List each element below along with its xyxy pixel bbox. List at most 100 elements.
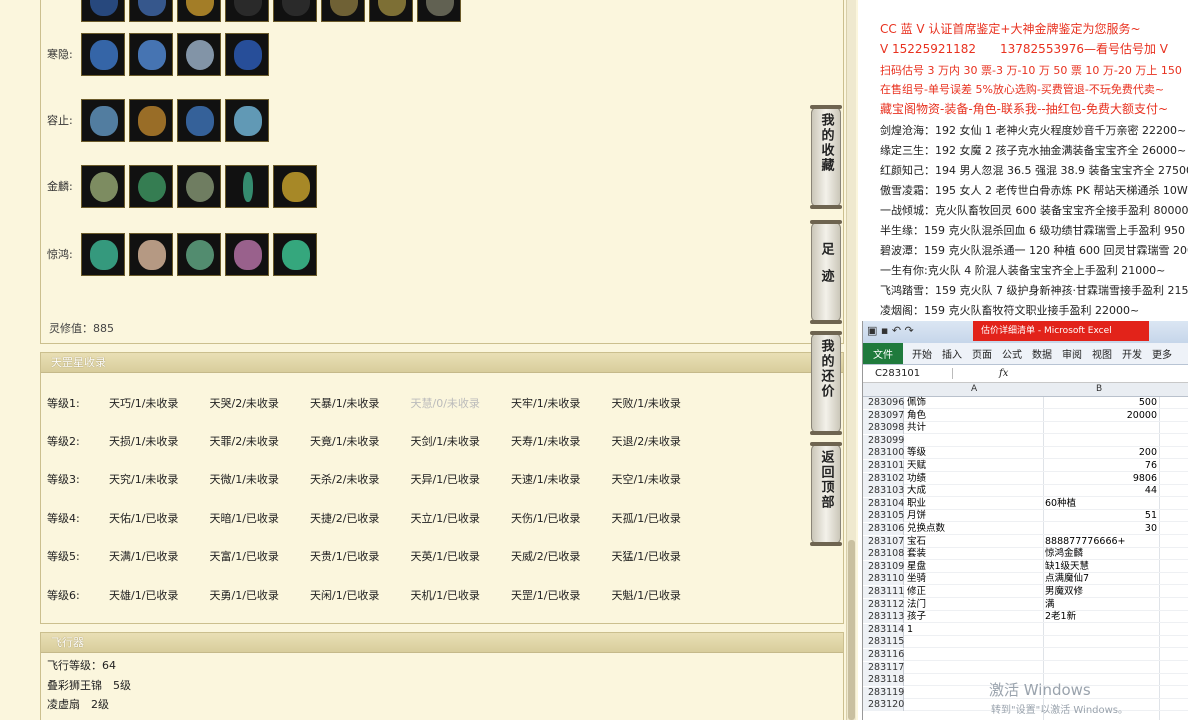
equipment-slot[interactable]: [177, 232, 221, 276]
cell-a[interactable]: 兑换点数: [907, 523, 945, 535]
row-number[interactable]: 283114: [863, 623, 904, 636]
row-number[interactable]: 283107: [863, 535, 904, 548]
row-number[interactable]: 283097: [863, 409, 904, 422]
cell-b[interactable]: 惊鸿金麟: [1045, 548, 1157, 560]
sheet-row[interactable]: 283106 兑换点数 30: [863, 523, 1188, 535]
cell-b[interactable]: 满: [1045, 599, 1157, 611]
tab-more[interactable]: 更多: [1147, 346, 1177, 361]
equipment-slot[interactable]: [321, 0, 365, 22]
sheet-row[interactable]: 283100 等级 200: [863, 447, 1188, 460]
sheet-row[interactable]: 283112 法门 满: [863, 598, 1188, 611]
cell-b[interactable]: 888877776666+: [1045, 536, 1157, 548]
back-to-top-button[interactable]: 返回顶部: [810, 442, 842, 546]
cell-b[interactable]: 20000: [1045, 410, 1157, 422]
row-number[interactable]: 283104: [863, 497, 904, 510]
equipment-slot[interactable]: [225, 0, 269, 22]
equipment-slot[interactable]: [129, 164, 173, 208]
sheet-row[interactable]: 283111 修正 男魔双修: [863, 586, 1188, 598]
equipment-slot[interactable]: [225, 232, 269, 276]
quick-access-icons[interactable]: ▣ ▪ ↶ ↷: [867, 324, 914, 337]
column-a-header[interactable]: A: [971, 384, 977, 394]
equipment-slot[interactable]: [369, 0, 413, 22]
sheet-row[interactable]: 283116: [863, 649, 1188, 661]
equipment-slot[interactable]: [129, 0, 173, 22]
equipment-slot[interactable]: [81, 98, 125, 142]
row-number[interactable]: 283116: [863, 649, 904, 661]
equipment-slot[interactable]: [129, 32, 173, 76]
sheet-row[interactable]: 283097 角色 20000: [863, 409, 1188, 422]
row-number[interactable]: 283111: [863, 586, 904, 598]
row-number[interactable]: 283113: [863, 611, 904, 624]
cell-b[interactable]: 2老1新: [1045, 611, 1157, 623]
sheet-row[interactable]: 283103 大成 44: [863, 485, 1188, 498]
cell-a[interactable]: 修正: [907, 586, 926, 598]
equipment-slot[interactable]: [81, 0, 125, 22]
row-number[interactable]: 283098: [863, 422, 904, 435]
cell-a[interactable]: 宝石: [907, 536, 926, 548]
cell-a[interactable]: 功绩: [907, 473, 926, 485]
cell-a[interactable]: 职业: [907, 498, 926, 510]
sheet-row[interactable]: 283096 佩饰 500: [863, 397, 1188, 409]
sheet-row[interactable]: 283113 孩子 2老1新: [863, 611, 1188, 624]
tab-formula[interactable]: 公式: [997, 346, 1027, 361]
cell-a[interactable]: 孩子: [907, 611, 926, 623]
cell-a[interactable]: 1: [907, 624, 913, 636]
row-number[interactable]: 283108: [863, 548, 904, 561]
row-number[interactable]: 283105: [863, 510, 904, 523]
cell-b[interactable]: 30: [1045, 523, 1157, 535]
row-number[interactable]: 283103: [863, 485, 904, 498]
tab-view[interactable]: 视图: [1087, 346, 1117, 361]
sheet-row[interactable]: 283104 职业 60种植: [863, 497, 1188, 510]
sheet-row[interactable]: 283099: [863, 434, 1188, 447]
cell-b[interactable]: 男魔双修: [1045, 586, 1157, 598]
name-box[interactable]: C283101: [863, 368, 953, 379]
file-tab[interactable]: 文件: [863, 343, 903, 364]
tab-data[interactable]: 数据: [1027, 346, 1057, 361]
tab-review[interactable]: 审阅: [1057, 346, 1087, 361]
row-number[interactable]: 283099: [863, 434, 904, 447]
cell-a[interactable]: 角色: [907, 410, 926, 422]
scrollbar-thumb[interactable]: [848, 540, 855, 720]
cell-b[interactable]: 200: [1045, 447, 1157, 459]
equipment-slot[interactable]: [177, 0, 221, 22]
cell-a[interactable]: 佩饰: [907, 397, 926, 409]
sheet-row[interactable]: 283107 宝石 888877776666+: [863, 535, 1188, 548]
equipment-slot[interactable]: [177, 164, 221, 208]
vertical-scrollbar[interactable]: [846, 0, 856, 720]
sheet-row[interactable]: 283101 天赋 76: [863, 460, 1188, 472]
sheet-row[interactable]: 283108 套装 惊鸿金麟: [863, 548, 1188, 561]
cell-a[interactable]: 坐骑: [907, 573, 926, 585]
my-counteroffer-button[interactable]: 我的还价: [810, 331, 842, 435]
cell-b[interactable]: 500: [1045, 397, 1157, 409]
sheet-row[interactable]: 283098 共计: [863, 422, 1188, 435]
sheet-row[interactable]: 283117: [863, 661, 1188, 674]
cell-a[interactable]: 共计: [907, 422, 926, 434]
cell-a[interactable]: 星盘: [907, 561, 926, 573]
equipment-slot[interactable]: [225, 164, 269, 208]
row-number[interactable]: 283102: [863, 472, 904, 485]
cell-a[interactable]: 天赋: [907, 460, 926, 472]
fx-icon[interactable]: fx: [999, 368, 1008, 379]
row-number[interactable]: 283112: [863, 598, 904, 611]
row-number[interactable]: 283106: [863, 523, 904, 535]
equipment-slot[interactable]: [273, 0, 317, 22]
sheet-row[interactable]: 283114 1: [863, 623, 1188, 636]
equipment-slot[interactable]: [81, 232, 125, 276]
equipment-slot[interactable]: [81, 164, 125, 208]
equipment-slot[interactable]: [225, 32, 269, 76]
cell-a[interactable]: 大成: [907, 485, 926, 497]
equipment-slot[interactable]: [129, 232, 173, 276]
equipment-slot[interactable]: [225, 98, 269, 142]
row-number[interactable]: 283096: [863, 397, 904, 409]
cell-a[interactable]: 等级: [907, 447, 926, 459]
tab-home[interactable]: 开始: [907, 346, 937, 361]
row-number[interactable]: 283119: [863, 686, 904, 699]
equipment-slot[interactable]: [177, 32, 221, 76]
cell-a[interactable]: 套装: [907, 548, 926, 560]
cell-b[interactable]: 44: [1045, 485, 1157, 497]
cell-b[interactable]: 9806: [1045, 473, 1157, 485]
row-number[interactable]: 283120: [863, 699, 904, 712]
equipment-slot[interactable]: [273, 164, 317, 208]
sheet-row[interactable]: 283105 月饼 51: [863, 510, 1188, 523]
equipment-slot[interactable]: [81, 32, 125, 76]
